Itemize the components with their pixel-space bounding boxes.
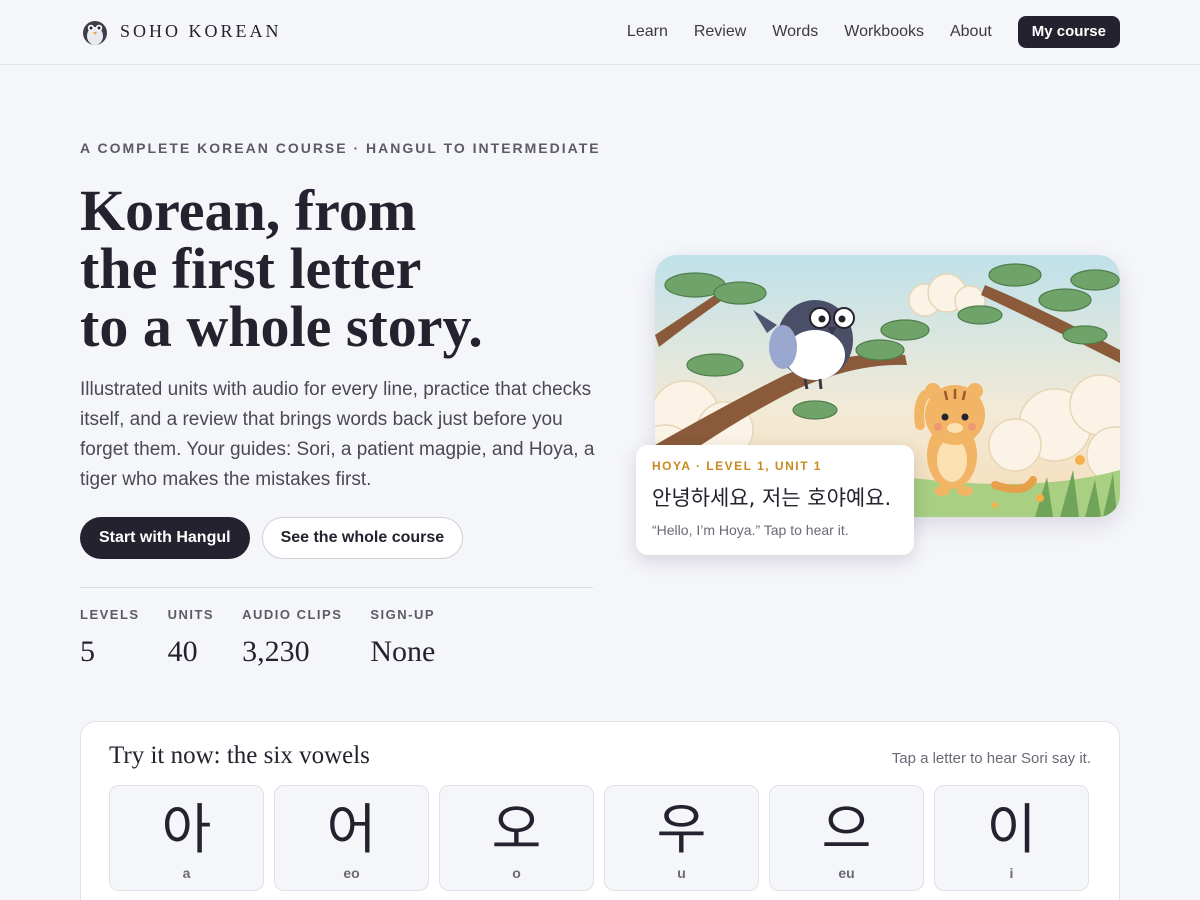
stat-sign-up: SIGN-UP None — [370, 607, 435, 669]
vowel-tile-u[interactable]: 우 u — [604, 785, 759, 891]
penguin-logo-icon — [83, 21, 107, 45]
vowel-romanization: u — [677, 865, 686, 881]
vowel-romanization: a — [182, 865, 191, 881]
site-header: SOHO KOREAN Learn Review Words Workbooks… — [0, 0, 1200, 65]
speech-card-korean-line: 안녕하세요, 저는 호야예요. — [652, 486, 892, 510]
brand[interactable]: SOHO KOREAN — [80, 16, 282, 46]
hero-title-line-1: Korean, from — [80, 178, 417, 243]
stat-units: UNITS 40 — [168, 607, 215, 669]
nav-words[interactable]: Words — [772, 16, 818, 48]
stat-value: 40 — [167, 635, 198, 668]
vowel-tile-eu[interactable]: 으 eu — [769, 785, 924, 891]
vowels-practice-panel: Try it now: the six vowels Tap a letter … — [80, 721, 1120, 900]
vowel-char: 어 — [326, 798, 377, 861]
vowel-char: 으 — [821, 798, 872, 861]
hero-eyebrow: A COMPLETE KOREAN COURSE · HANGUL TO INT… — [80, 140, 601, 156]
stat-label: SIGN-UP — [370, 607, 436, 622]
hero-buttons: Start with Hangul See the whole course — [80, 517, 464, 559]
see-whole-course-button[interactable]: See the whole course — [261, 517, 464, 559]
speech-card-translation: “Hello, I’m Hoya.” Tap to hear it. — [652, 522, 849, 538]
nav-learn[interactable]: Learn — [627, 16, 668, 48]
stat-levels: LEVELS 5 — [80, 607, 140, 669]
stat-value: 5 — [80, 635, 95, 668]
stats-divider — [80, 587, 593, 588]
nav-workbooks[interactable]: Workbooks — [844, 16, 924, 48]
stat-audio-clips: AUDIO CLIPS 3,230 — [242, 607, 342, 669]
brand-name: SOHO KOREAN — [120, 20, 282, 41]
vowel-char: 아 — [161, 798, 212, 861]
my-course-button[interactable]: My course — [1017, 16, 1120, 48]
speech-card-eyebrow: HOYA · LEVEL 1, UNIT 1 — [652, 459, 822, 473]
nav-about[interactable]: About — [950, 16, 992, 48]
hero-title: Korean, from the first letter to a whole… — [80, 182, 640, 356]
vowel-romanization: eo — [343, 865, 360, 881]
vowel-tiles: 아 a 어 eo 오 o 우 u 으 eu 이 i — [109, 785, 1089, 891]
hoya-speech-card[interactable]: HOYA · LEVEL 1, UNIT 1 안녕하세요, 저는 호야예요. “… — [636, 445, 914, 555]
stat-label: LEVELS — [80, 607, 140, 622]
vowel-tile-i[interactable]: 이 i — [934, 785, 1089, 891]
course-stats: LEVELS 5 UNITS 40 AUDIO CLIPS 3,230 SIGN… — [80, 607, 463, 669]
start-with-hangul-button[interactable]: Start with Hangul — [80, 517, 250, 559]
hero-title-line-3: to a whole story. — [80, 294, 483, 359]
vowels-hint: Tap a letter to hear Sori say it. — [891, 750, 1091, 767]
vowel-romanization: eu — [838, 865, 855, 881]
stat-label: AUDIO CLIPS — [242, 607, 343, 622]
vowel-tile-a[interactable]: 아 a — [109, 785, 264, 891]
vowel-char: 이 — [986, 798, 1037, 861]
vowel-romanization: o — [512, 865, 521, 881]
main-nav: Learn Review Words Workbooks About My co… — [627, 16, 1120, 48]
vowels-title: Try it now: the six vowels — [109, 742, 370, 769]
vowel-romanization: i — [1009, 865, 1014, 881]
vowel-tile-o[interactable]: 오 o — [439, 785, 594, 891]
stat-value: 3,230 — [242, 635, 310, 668]
hero-description: Illustrated units with audio for every l… — [80, 379, 595, 490]
vowel-tile-eo[interactable]: 어 eo — [274, 785, 429, 891]
hero-title-line-2: the first letter — [80, 236, 422, 301]
vowel-char: 오 — [491, 798, 542, 861]
nav-review[interactable]: Review — [694, 16, 746, 48]
vowel-char: 우 — [656, 798, 707, 861]
stat-value: None — [370, 635, 436, 668]
stat-label: UNITS — [167, 607, 215, 622]
